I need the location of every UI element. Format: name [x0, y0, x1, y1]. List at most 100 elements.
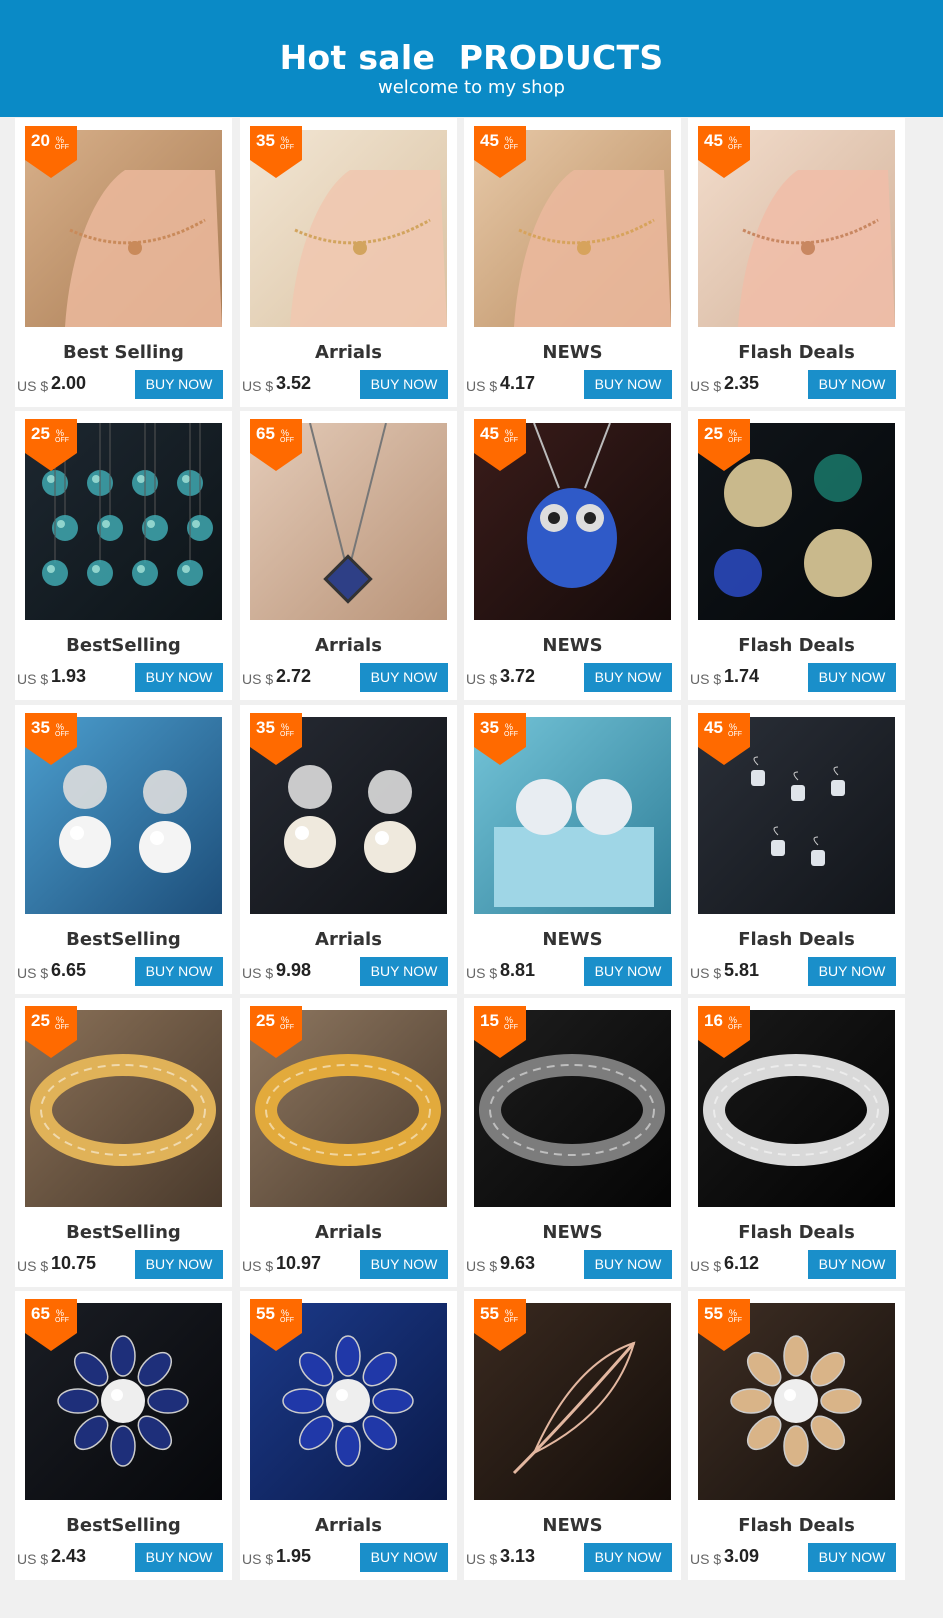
product-label[interactable]: Flash Deals — [688, 1515, 905, 1536]
product-label[interactable]: Flash Deals — [688, 635, 905, 656]
buy-now-button[interactable]: BUY NOW — [584, 1250, 672, 1279]
currency-label: US $ — [690, 1258, 722, 1274]
discount-off-label: OFF — [55, 1317, 69, 1324]
discount-badge: 35 % OFF — [250, 126, 302, 178]
product-price: 6.12 — [724, 1253, 760, 1273]
product-card[interactable]: 25 % OFF BestSelling US $ 1.93 BUY NOW — [15, 411, 232, 700]
discount-off-label: OFF — [504, 1024, 518, 1031]
product-card[interactable]: 45 % OFF Flash Deals US $ 5.81 BUY NOW — [688, 705, 905, 994]
discount-value: 45 — [704, 718, 723, 737]
product-price: 9.98 — [276, 960, 312, 980]
product-card[interactable]: 55 % OFF Flash Deals US $ 3.09 BUY NOW — [688, 1291, 905, 1580]
product-card[interactable]: 35 % OFF BestSelling US $ 6.65 BUY NOW — [15, 705, 232, 994]
product-price: 1.74 — [724, 666, 760, 686]
discount-off-label: OFF — [504, 1317, 518, 1324]
product-price: 8.81 — [500, 960, 536, 980]
product-card[interactable]: 65 % OFF Arrials US $ 2.72 BUY NOW — [240, 411, 457, 700]
product-label[interactable]: NEWS — [464, 1222, 681, 1243]
product-label[interactable]: BestSelling — [15, 635, 232, 656]
discount-badge: 35 % OFF — [250, 713, 302, 765]
discount-off-label: OFF — [504, 437, 518, 444]
buy-now-button[interactable]: BUY NOW — [360, 957, 448, 986]
product-card[interactable]: 55 % OFF NEWS US $ 3.13 BUY NOW — [464, 1291, 681, 1580]
buy-now-button[interactable]: BUY NOW — [808, 370, 896, 399]
product-price: 9.63 — [500, 1253, 536, 1273]
buy-now-button[interactable]: BUY NOW — [135, 1543, 223, 1572]
product-label[interactable]: NEWS — [464, 635, 681, 656]
product-card[interactable]: 35 % OFF NEWS US $ 8.81 BUY NOW — [464, 705, 681, 994]
product-card[interactable]: 45 % OFF Flash Deals US $ 2.35 BUY NOW — [688, 118, 905, 407]
buy-now-button[interactable]: BUY NOW — [808, 1250, 896, 1279]
buy-now-button[interactable]: BUY NOW — [584, 663, 672, 692]
product-label[interactable]: BestSelling — [15, 1222, 232, 1243]
discount-badge: 55 % OFF — [250, 1299, 302, 1351]
product-price: 2.43 — [51, 1546, 87, 1566]
buy-now-button[interactable]: BUY NOW — [584, 1543, 672, 1572]
currency-label: US $ — [242, 1551, 274, 1567]
discount-off-label: OFF — [504, 144, 518, 151]
buy-now-button[interactable]: BUY NOW — [584, 957, 672, 986]
buy-now-button[interactable]: BUY NOW — [584, 370, 672, 399]
discount-value: 55 — [704, 1304, 723, 1323]
product-label[interactable]: BestSelling — [15, 1515, 232, 1536]
product-price: 1.93 — [51, 666, 87, 686]
product-label[interactable]: Best Selling — [15, 342, 232, 363]
product-card[interactable]: 16 % OFF Flash Deals US $ 6.12 BUY NOW — [688, 998, 905, 1287]
discount-value: 45 — [480, 424, 499, 443]
product-label[interactable]: Flash Deals — [688, 929, 905, 950]
discount-badge: 25 % OFF — [25, 419, 77, 471]
discount-value: 65 — [256, 424, 275, 443]
product-label[interactable]: NEWS — [464, 929, 681, 950]
product-card[interactable]: 15 % OFF NEWS US $ 9.63 BUY NOW — [464, 998, 681, 1287]
discount-value: 45 — [704, 131, 723, 150]
product-label[interactable]: Arrials — [240, 929, 457, 950]
buy-now-button[interactable]: BUY NOW — [360, 663, 448, 692]
buy-now-button[interactable]: BUY NOW — [135, 1250, 223, 1279]
product-price: 6.65 — [51, 960, 87, 980]
product-card[interactable]: 45 % OFF NEWS US $ 3.72 BUY NOW — [464, 411, 681, 700]
discount-badge: 55 % OFF — [474, 1299, 526, 1351]
product-card[interactable]: 25 % OFF BestSelling US $ 10.75 BUY NOW — [15, 998, 232, 1287]
product-label[interactable]: NEWS — [464, 1515, 681, 1536]
discount-value: 25 — [256, 1011, 275, 1030]
discount-badge: 20 % OFF — [25, 126, 77, 178]
product-label[interactable]: Flash Deals — [688, 342, 905, 363]
buy-now-button[interactable]: BUY NOW — [808, 957, 896, 986]
currency-label: US $ — [466, 671, 498, 687]
discount-value: 35 — [256, 718, 275, 737]
product-label[interactable]: NEWS — [464, 342, 681, 363]
buy-now-button[interactable]: BUY NOW — [135, 957, 223, 986]
product-label[interactable]: Arrials — [240, 342, 457, 363]
buy-now-button[interactable]: BUY NOW — [135, 370, 223, 399]
buy-now-button[interactable]: BUY NOW — [360, 1250, 448, 1279]
product-card[interactable]: 25 % OFF Arrials US $ 10.97 BUY NOW — [240, 998, 457, 1287]
currency-label: US $ — [17, 378, 49, 394]
product-label[interactable]: Arrials — [240, 1222, 457, 1243]
product-card[interactable]: 20 % OFF Best Selling US $ 2.00 BUY NOW — [15, 118, 232, 407]
product-card[interactable]: 35 % OFF Arrials US $ 9.98 BUY NOW — [240, 705, 457, 994]
buy-now-button[interactable]: BUY NOW — [808, 1543, 896, 1572]
buy-now-button[interactable]: BUY NOW — [360, 370, 448, 399]
product-card[interactable]: 45 % OFF NEWS US $ 4.17 BUY NOW — [464, 118, 681, 407]
product-card[interactable]: 65 % OFF BestSelling US $ 2.43 BUY NOW — [15, 1291, 232, 1580]
product-label[interactable]: Flash Deals — [688, 1222, 905, 1243]
discount-off-label: OFF — [504, 731, 518, 738]
currency-label: US $ — [690, 671, 722, 687]
currency-label: US $ — [466, 378, 498, 394]
product-label[interactable]: BestSelling — [15, 929, 232, 950]
product-label[interactable]: Arrials — [240, 635, 457, 656]
buy-now-button[interactable]: BUY NOW — [360, 1543, 448, 1572]
product-price: 10.75 — [51, 1253, 97, 1273]
product-card[interactable]: 55 % OFF Arrials US $ 1.95 BUY NOW — [240, 1291, 457, 1580]
discount-badge: 65 % OFF — [25, 1299, 77, 1351]
buy-now-button[interactable]: BUY NOW — [808, 663, 896, 692]
discount-value: 45 — [480, 131, 499, 150]
discount-off-label: OFF — [55, 437, 69, 444]
product-label[interactable]: Arrials — [240, 1515, 457, 1536]
product-card[interactable]: 35 % OFF Arrials US $ 3.52 BUY NOW — [240, 118, 457, 407]
discount-value: 55 — [256, 1304, 275, 1323]
currency-label: US $ — [17, 1258, 49, 1274]
currency-label: US $ — [690, 1551, 722, 1567]
buy-now-button[interactable]: BUY NOW — [135, 663, 223, 692]
product-card[interactable]: 25 % OFF Flash Deals US $ 1.74 BUY NOW — [688, 411, 905, 700]
